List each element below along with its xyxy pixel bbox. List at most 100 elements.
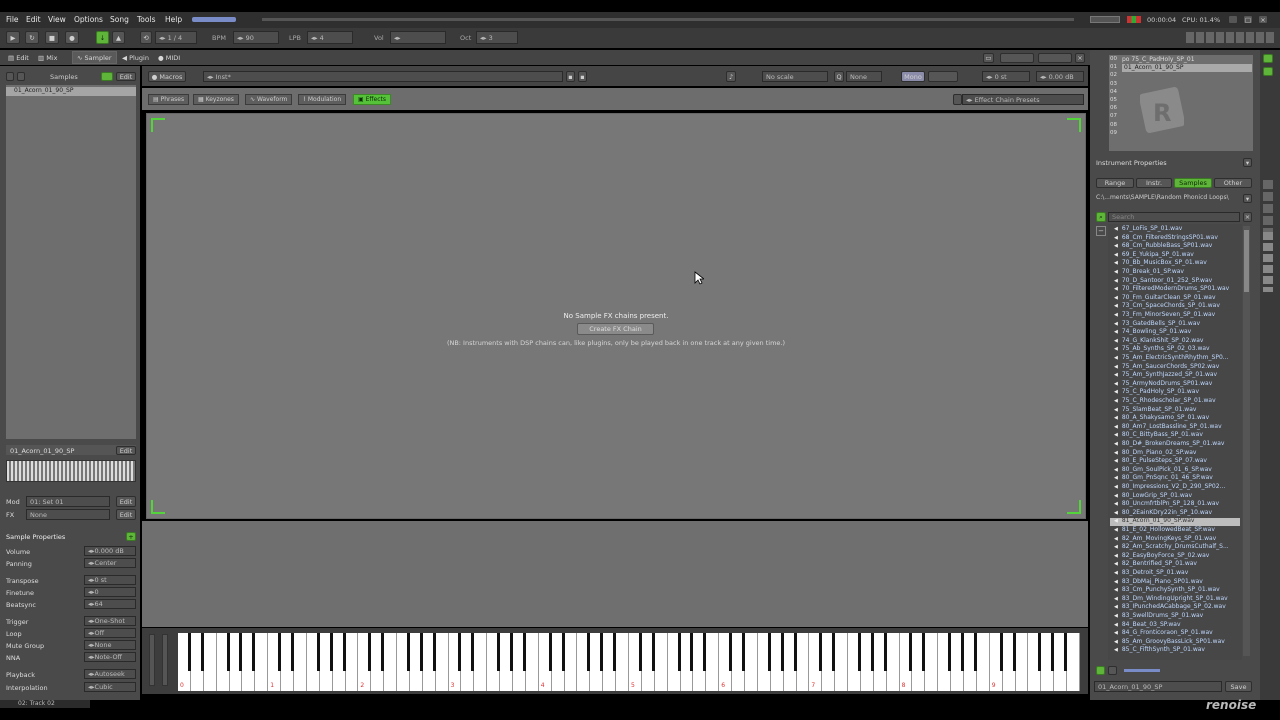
file-list-item[interactable]: 82_EasyBoyForce_SP_02.wav	[1114, 552, 1242, 559]
sample-prop-value[interactable]: ◂▸ Center	[84, 558, 136, 568]
toggle-a-button[interactable]	[1000, 53, 1034, 63]
effect-chain-presets-select[interactable]: ◂▸ Effect Chain Presets	[962, 94, 1084, 105]
tab-range[interactable]: Range	[1096, 178, 1134, 188]
sample-edit-button[interactable]: Edit	[116, 72, 136, 81]
metronome-button[interactable]: ▲	[112, 31, 125, 44]
mono-button[interactable]: Mono	[901, 71, 925, 82]
file-list-item[interactable]: 75_SlamBeat_SP_01.wav	[1114, 406, 1242, 413]
tab-other[interactable]: Other	[1214, 178, 1252, 188]
strip-toggle-b[interactable]	[1263, 67, 1273, 76]
sample-prop-value[interactable]: ◂▸ Cubic	[84, 682, 136, 692]
piano-white-key[interactable]	[976, 633, 990, 691]
file-list-item[interactable]: 70_FilteredModernDrums_SP01.wav	[1114, 285, 1242, 292]
piano-white-key[interactable]	[654, 633, 668, 691]
menu-edit[interactable]: Edit	[26, 15, 41, 24]
file-list-item[interactable]: 73_GatedBells_SP_01.wav	[1114, 320, 1242, 327]
sample-prop-value[interactable]: ◂▸ 0 st	[84, 575, 136, 585]
file-list-item[interactable]: 80_LowGrip_SP_01.wav	[1114, 492, 1242, 499]
pattern-step-field[interactable]: ◂▸ 1 / 4	[155, 31, 197, 44]
piano-white-key[interactable]	[435, 633, 449, 691]
file-list-item[interactable]: 75_C_Rhodescholar_SP_01.wav	[1114, 397, 1242, 404]
piano-white-key[interactable]	[345, 633, 359, 691]
file-list-item[interactable]: 85_Am_GroovyBassLick_SP01.wav	[1114, 638, 1242, 645]
file-list-item[interactable]: 81_E_02_HollowedBeat_SP.wav	[1114, 526, 1242, 533]
file-list-item[interactable]: 73_Cm_SpaceChords_SP_01.wav	[1114, 302, 1242, 309]
file-list-item[interactable]: 70_Bb_MusicBox_SP_01.wav	[1114, 259, 1242, 266]
file-list-item[interactable]: 80_Impressions_V2_D_290_SP02...	[1114, 483, 1242, 490]
file-list-item[interactable]: 82_Am_Scratchy_DrumsCuthalf_S...	[1114, 543, 1242, 550]
sample-prop-value[interactable]: ◂▸ One-Shot	[84, 616, 136, 626]
file-list-item[interactable]: 81_Acorn_01_90_SP.wav	[1114, 517, 1242, 524]
piano-white-key[interactable]	[616, 633, 629, 691]
piano-white-key[interactable]	[925, 633, 939, 691]
preset-folder-button[interactable]	[953, 94, 962, 105]
file-list-item[interactable]: 75_Am_SaucerChords_SP02.wav	[1114, 363, 1242, 370]
sample-waveform-thumbnail[interactable]	[6, 460, 136, 482]
fx-chain-select[interactable]: None	[26, 509, 110, 520]
tab-waveform[interactable]: ∿ Waveform	[245, 94, 293, 105]
file-list-item[interactable]: 83_IPunchedACabbage_SP_02.wav	[1114, 603, 1242, 610]
file-browser-scroll-thumb[interactable]	[1244, 230, 1249, 292]
piano-white-key[interactable]	[744, 633, 758, 691]
sample-slot-edit-button[interactable]: Edit	[116, 446, 136, 455]
mod-set-select[interactable]: 01: Set 01	[26, 496, 110, 507]
macros-button[interactable]: ● Macros	[148, 71, 186, 82]
file-list-item[interactable]: 70_D_Santoor_01_252_SP.wav	[1114, 277, 1242, 284]
file-list-item[interactable]: 80_D#_BrokenDreams_SP_01.wav	[1114, 440, 1242, 447]
file-list-item[interactable]: 80_Dm_Piano_02_SP.wav	[1114, 449, 1242, 456]
file-list-item[interactable]: 83_SwellDrums_SP_01.wav	[1114, 612, 1242, 619]
view-preset-buttons[interactable]	[1186, 32, 1276, 43]
loop-play-button[interactable]: ↻	[25, 31, 39, 44]
sample-prop-value[interactable]: ◂▸ Note-Off	[84, 652, 136, 662]
file-list-item[interactable]: 80_2EainKDry22in_SP_10.wav	[1114, 509, 1242, 516]
browser-path-menu[interactable]: ▾	[1243, 194, 1252, 203]
tab-modulation[interactable]: ⌇ Modulation	[298, 94, 347, 105]
sample-prop-value[interactable]: ◂▸ Off	[84, 628, 136, 638]
clear-search-button[interactable]: ×	[1243, 212, 1252, 222]
sample-prop-value[interactable]: ◂▸ None	[84, 640, 136, 650]
piano-white-key[interactable]	[203, 633, 217, 691]
sample-prop-value[interactable]: ◂▸ 0	[84, 587, 136, 597]
tab-samples[interactable]: Samples	[1174, 178, 1212, 188]
piano-white-key[interactable]	[474, 633, 488, 691]
browser-play-button[interactable]	[1096, 666, 1105, 675]
tab-edit[interactable]: ▤ Edit	[4, 51, 33, 64]
folder-up-icon[interactable]: −	[1096, 226, 1106, 236]
file-list-item[interactable]: 83_Detroit_SP_01.wav	[1114, 569, 1242, 576]
file-list-item[interactable]: 82_Bentrified_SP_01.wav	[1114, 560, 1242, 567]
piano-white-key[interactable]	[835, 633, 849, 691]
sample-prop-value[interactable]: ◂▸ 64	[84, 599, 136, 609]
mod-edit-button[interactable]: Edit	[116, 496, 136, 507]
instrument-save-button[interactable]: ▪	[566, 71, 575, 82]
instrument-item-0[interactable]: po 75_C_PadHoly_SP_01	[1122, 56, 1252, 64]
tab-instr[interactable]: Instr.	[1136, 178, 1172, 188]
tab-keyzones[interactable]: ▦ Keyzones	[193, 94, 239, 105]
menu-view[interactable]: View	[48, 15, 66, 24]
file-list-item[interactable]: 80_Gm_SoulPick_01_6_SP.wav	[1114, 466, 1242, 473]
strip-toggle-a[interactable]	[1263, 54, 1273, 63]
file-list-item[interactable]: 75_Am_SynthJazzed_SP_01.wav	[1114, 371, 1242, 378]
mod-wheel[interactable]	[162, 634, 168, 686]
pitch-bend-wheel[interactable]	[149, 634, 155, 686]
file-list-item[interactable]: 84_G_Fronticoraon_SP_01.wav	[1114, 629, 1242, 636]
sample-properties-toggle[interactable]: +	[126, 532, 136, 541]
file-list-item[interactable]: 70_Fm_GuitarClean_SP_01.wav	[1114, 294, 1242, 301]
browser-path[interactable]: C:\...ments\SAMPLE\Random Phonicd Loops\	[1096, 194, 1242, 203]
menu-tools[interactable]: Tools	[137, 15, 155, 24]
tab-mix[interactable]: ▥ Mix	[34, 51, 61, 64]
glide-field[interactable]	[928, 71, 958, 82]
sample-remove-button[interactable]	[17, 72, 25, 81]
play-button[interactable]: ▶	[6, 31, 20, 44]
menu-options[interactable]: Options	[74, 15, 103, 24]
record-button[interactable]: ●	[65, 31, 79, 44]
octave-field[interactable]: ◂▸ 3	[476, 31, 518, 44]
file-list-item[interactable]: 70_Break_01_SP.wav	[1114, 268, 1242, 275]
file-list-item[interactable]: 67_LoFis_SP_01.wav	[1114, 225, 1242, 232]
file-list-item[interactable]: 83_DbMaj_Piano_SP01.wav	[1114, 578, 1242, 585]
instrument-volume-field[interactable]: ◂▸ 0.00 dB	[1036, 71, 1084, 82]
master-volume-slider[interactable]	[192, 17, 236, 22]
bottom-name-field[interactable]: 01_Acorn_01_90_SP	[1094, 681, 1222, 692]
block-loop-button[interactable]: ⟲	[140, 31, 152, 44]
scale-key-select[interactable]: None	[846, 71, 882, 82]
maximize-button[interactable]: □	[1243, 15, 1253, 24]
